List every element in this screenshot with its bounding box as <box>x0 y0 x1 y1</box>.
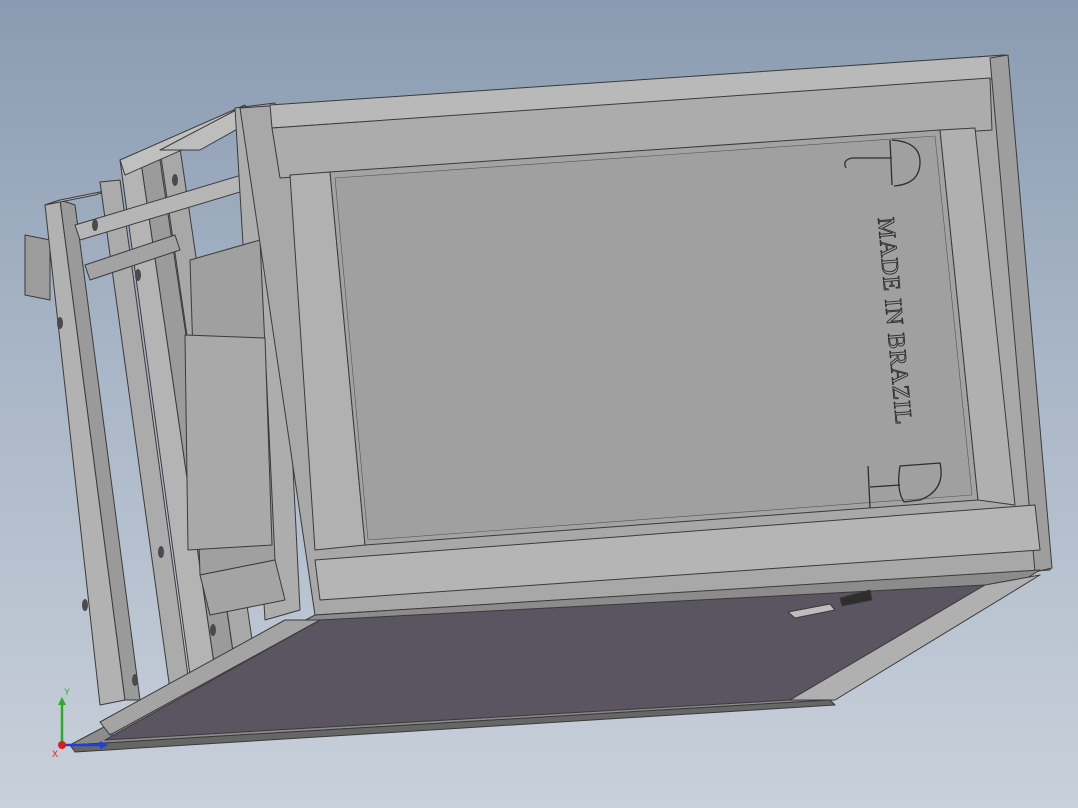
x-axis-dot <box>58 741 66 749</box>
z-axis-label: Z <box>108 732 114 742</box>
y-axis-head <box>58 697 66 705</box>
main-box <box>239 54 1053 616</box>
3d-model-view[interactable]: MADE IN BRAZIL Z Y X <box>0 0 1078 808</box>
x-axis-label: X <box>52 749 58 759</box>
y-axis-label: Y <box>64 687 70 697</box>
cad-viewport[interactable]: MADE IN BRAZIL Z Y X <box>0 0 1078 808</box>
